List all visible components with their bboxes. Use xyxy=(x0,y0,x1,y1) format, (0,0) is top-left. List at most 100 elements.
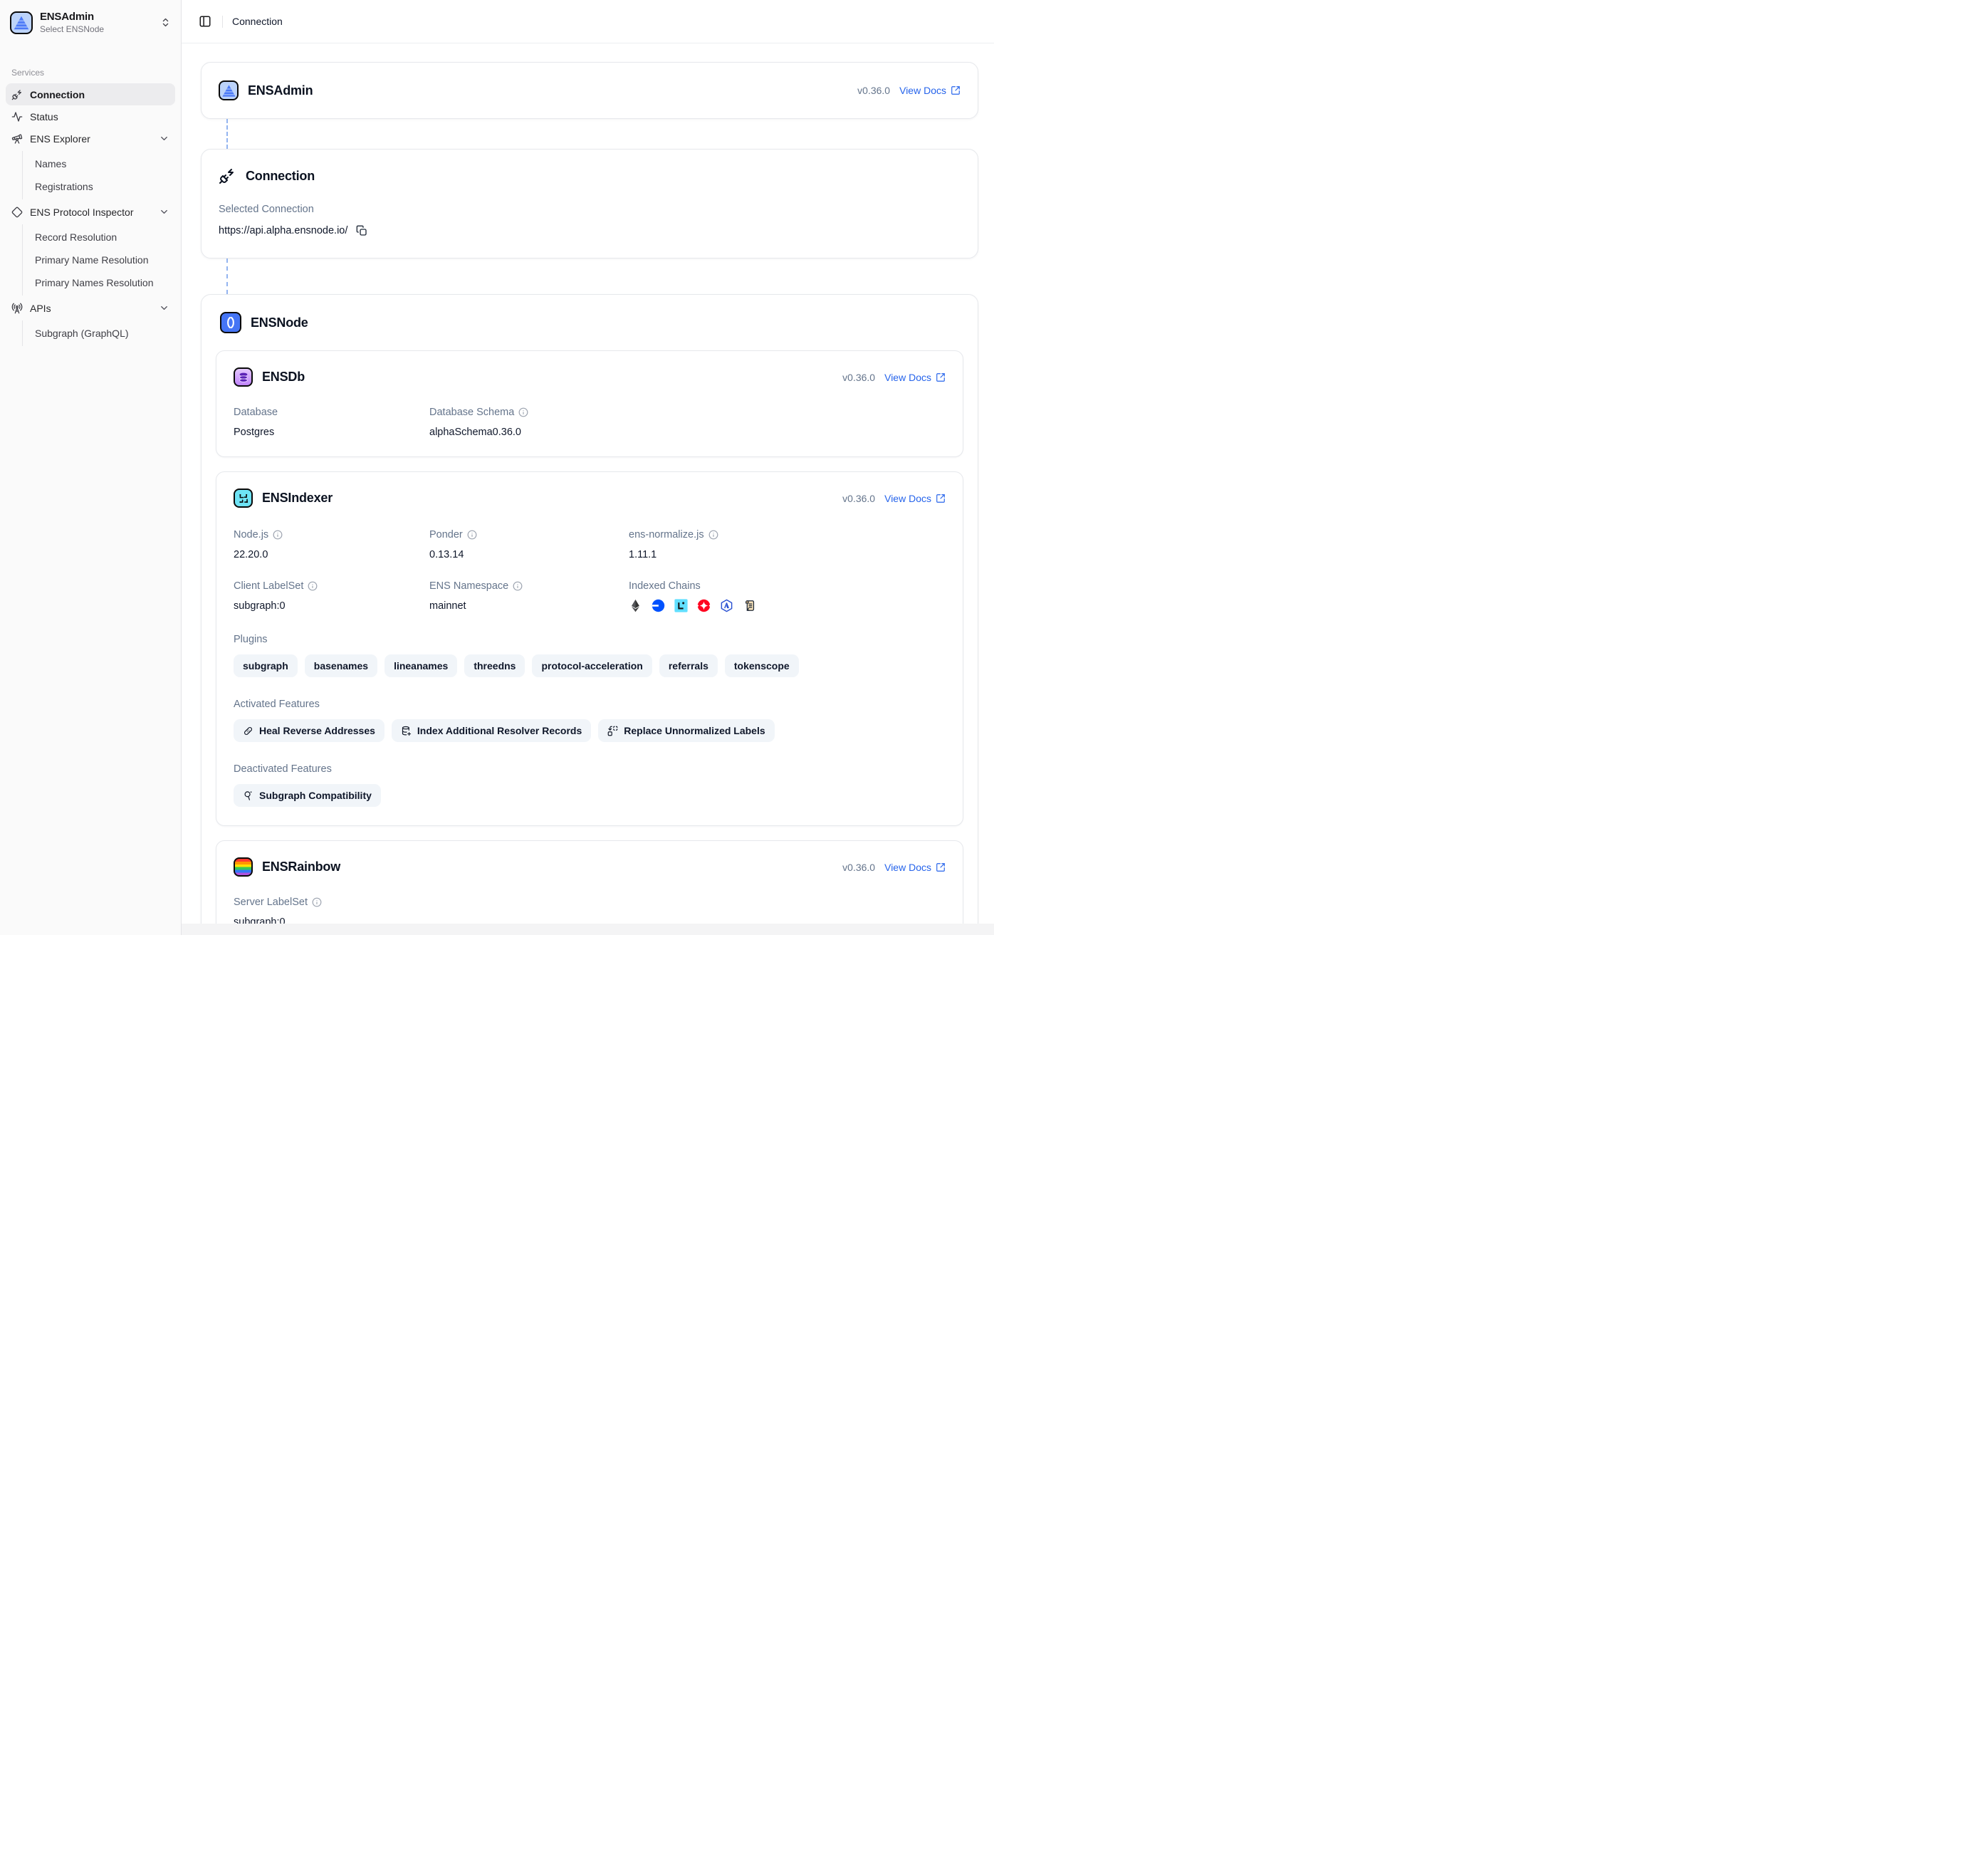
ens-namespace-label: ENS Namespace xyxy=(429,580,508,592)
plug-zap-icon xyxy=(11,89,23,100)
feature-badge: Index Additional Resolver Records xyxy=(392,719,591,742)
ensadmin-card: ENSAdmin v0.36.0 View Docs xyxy=(201,62,978,119)
topbar-divider xyxy=(222,16,223,28)
external-link-icon xyxy=(936,862,946,872)
indexed-chains-label: Indexed Chains xyxy=(629,580,946,592)
database-label: Database xyxy=(234,407,429,418)
sidebar-item-ens-explorer[interactable]: ENS Explorer xyxy=(6,127,175,150)
ensdb-view-docs-link[interactable]: View Docs xyxy=(884,372,946,383)
info-icon[interactable] xyxy=(308,581,318,591)
feature-badge: Subgraph Compatibility xyxy=(234,784,381,807)
selected-connection-label: Selected Connection xyxy=(219,204,961,215)
deactivated-features-label: Deactivated Features xyxy=(234,763,946,775)
activated-features-label: Activated Features xyxy=(234,699,946,710)
scroll-chain-icon xyxy=(743,599,756,612)
info-icon[interactable] xyxy=(518,407,528,417)
plugin-badge: threedns xyxy=(464,654,525,677)
database-value: Postgres xyxy=(234,427,429,438)
replace-icon xyxy=(607,726,618,736)
plugins-list: subgraph basenames lineanames threedns p… xyxy=(234,654,946,677)
ensindexer-view-docs-link[interactable]: View Docs xyxy=(884,493,946,504)
breadcrumb: Connection xyxy=(232,16,283,27)
ensadmin-view-docs-link[interactable]: View Docs xyxy=(899,85,961,96)
ponder-label: Ponder xyxy=(429,529,463,540)
ensadmin-app: ENSAdmin Select ENSNode Services Connect… xyxy=(0,0,994,935)
info-icon[interactable] xyxy=(708,530,718,540)
subgraph-compatibility-icon xyxy=(243,790,253,801)
sidebar-section-label: Services xyxy=(0,68,181,78)
sidebar-item-names[interactable]: Names xyxy=(23,152,175,175)
sidebar-item-primary-name-resolution[interactable]: Primary Name Resolution xyxy=(23,249,175,271)
topbar: Connection xyxy=(182,0,994,43)
ensadmin-icon xyxy=(219,80,239,100)
plugins-label: Plugins xyxy=(234,634,946,645)
sidebar-item-ens-protocol-inspector[interactable]: ENS Protocol Inspector xyxy=(6,201,175,223)
ensrainbow-card: ENSRainbow v0.36.0 View Docs Server Labe… xyxy=(216,840,963,935)
sidebar-item-apis[interactable]: APIs xyxy=(6,297,175,319)
chevron-down-icon xyxy=(159,133,169,144)
ensrainbow-view-docs-link[interactable]: View Docs xyxy=(884,862,946,873)
ethereum-chain-icon xyxy=(629,599,642,612)
ponder-value: 0.13.14 xyxy=(429,549,629,560)
feature-badge: Heal Reverse Addresses xyxy=(234,719,384,742)
info-icon[interactable] xyxy=(273,530,283,540)
copy-url-button[interactable] xyxy=(355,224,369,238)
ensadmin-card-title: ENSAdmin xyxy=(248,83,313,98)
database-schema-label: Database Schema xyxy=(429,407,514,418)
ensdb-version: v0.36.0 xyxy=(842,372,875,383)
info-icon[interactable] xyxy=(513,581,523,591)
info-icon[interactable] xyxy=(467,530,477,540)
sidebar-item-status[interactable]: Status xyxy=(6,105,175,127)
feature-badge: Replace Unnormalized Labels xyxy=(598,719,774,742)
bandage-icon xyxy=(243,726,253,736)
ensrainbow-version: v0.36.0 xyxy=(842,862,875,873)
base-chain-icon xyxy=(652,599,665,612)
page-content: ENSAdmin v0.36.0 View Docs Connection Se… xyxy=(182,43,994,935)
client-labelset-label: Client LabelSet xyxy=(234,580,303,592)
external-link-icon xyxy=(936,372,946,382)
diamond-icon xyxy=(11,207,23,218)
plugin-badge: tokenscope xyxy=(725,654,799,677)
card-connector-dashed xyxy=(226,258,228,294)
database-schema-value: alphaSchema0.36.0 xyxy=(429,427,946,438)
radio-tower-icon xyxy=(11,303,23,314)
panel-left-icon xyxy=(199,15,211,28)
sidebar-item-label: Connection xyxy=(30,89,85,100)
connection-card: Connection Selected Connection https://a… xyxy=(201,149,978,258)
sidebar-item-record-resolution[interactable]: Record Resolution xyxy=(23,226,175,249)
sidebar-nav: Connection Status ENS Explorer Names Reg… xyxy=(0,83,181,348)
ensadmin-version: v0.36.0 xyxy=(857,85,890,96)
sidebar-item-label: ENS Explorer xyxy=(30,133,152,145)
sidebar: ENSAdmin Select ENSNode Services Connect… xyxy=(0,0,182,935)
ensnode-switcher[interactable]: ENSAdmin Select ENSNode xyxy=(0,0,181,43)
plugin-badge: basenames xyxy=(305,654,377,677)
connection-card-title: Connection xyxy=(246,169,315,184)
sidebar-item-registrations[interactable]: Registrations xyxy=(23,175,175,198)
main-area: Connection ENSAdmin v0.36.0 View Docs xyxy=(182,0,994,935)
indexed-chains-list xyxy=(629,599,946,612)
ensindexer-icon xyxy=(234,489,253,508)
ensnode-icon xyxy=(220,312,241,333)
sidebar-toggle-button[interactable] xyxy=(195,11,215,31)
client-labelset-value: subgraph:0 xyxy=(234,600,429,612)
telescope-icon xyxy=(11,133,23,145)
optimism-chain-icon xyxy=(697,599,711,612)
copy-icon xyxy=(356,225,367,236)
card-connector-dashed xyxy=(226,119,228,149)
sidebar-item-subgraph-graphql[interactable]: Subgraph (GraphQL) xyxy=(23,322,175,345)
ens-normalize-label: ens-normalize.js xyxy=(629,529,704,540)
connection-url: https://api.alpha.ensnode.io/ xyxy=(219,225,347,236)
sidebar-item-connection[interactable]: Connection xyxy=(6,83,175,105)
plugin-badge: lineanames xyxy=(384,654,457,677)
ensnode-card: ENSNode ENSDb v0.36.0 View Docs xyxy=(201,294,978,935)
external-link-icon xyxy=(936,493,946,503)
ensdb-card: ENSDb v0.36.0 View Docs Database Postgre… xyxy=(216,350,963,457)
sidebar-item-label: APIs xyxy=(30,303,152,314)
arbitrum-chain-icon xyxy=(720,599,733,612)
sidebar-item-primary-names-resolution[interactable]: Primary Names Resolution xyxy=(23,271,175,294)
protocol-inspector-sublist: Record Resolution Primary Name Resolutio… xyxy=(22,224,175,296)
info-icon[interactable] xyxy=(312,897,322,907)
nodejs-value: 22.20.0 xyxy=(234,549,429,560)
server-labelset-label: Server LabelSet xyxy=(234,897,308,908)
ensindexer-card-title: ENSIndexer xyxy=(262,491,333,506)
